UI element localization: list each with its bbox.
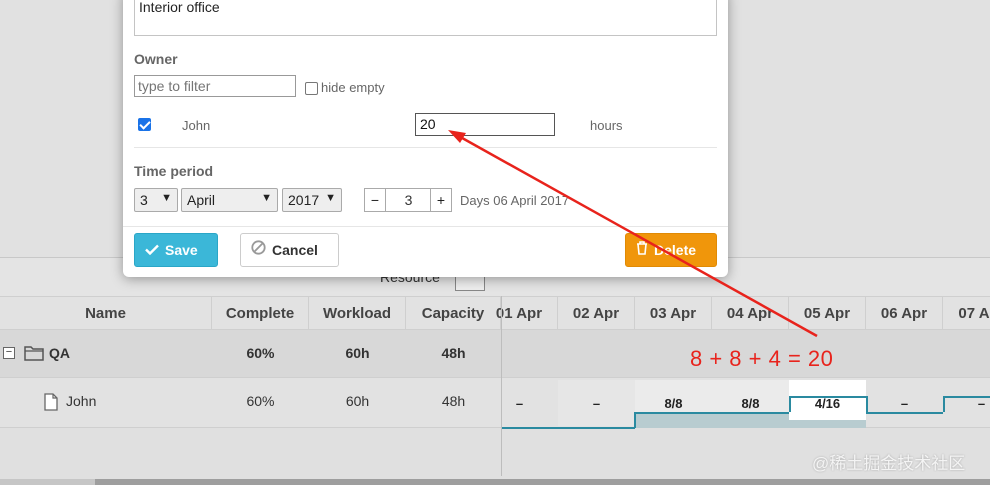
day-value[interactable]: – bbox=[866, 396, 943, 442]
group-name: QA bbox=[49, 345, 70, 361]
folder-icon bbox=[24, 344, 44, 364]
day-header: 05 Apr bbox=[789, 297, 866, 330]
group-workload: 60h bbox=[345, 345, 370, 361]
trash-icon bbox=[636, 234, 648, 266]
group-capacity: 48h bbox=[441, 345, 466, 361]
month-select[interactable]: April ▼ bbox=[181, 188, 278, 212]
day-value[interactable]: 8/8 bbox=[635, 396, 712, 442]
watermark: @稀土掘金技术社区 bbox=[812, 454, 966, 473]
edit-dialog: Interior office Owner hide empty John 20… bbox=[123, 0, 728, 277]
table-row[interactable]: − QA 60% 60h 48h bbox=[0, 330, 990, 378]
hours-unit: hours bbox=[590, 118, 623, 133]
year-select[interactable]: 2017 ▼ bbox=[282, 188, 342, 212]
day-value[interactable]: 4/16 bbox=[789, 396, 866, 442]
day-value[interactable]: – bbox=[558, 396, 635, 442]
day-header: 02 Apr bbox=[558, 297, 635, 330]
day-value[interactable]: 8/8 bbox=[712, 396, 789, 442]
delete-button[interactable]: Delete bbox=[625, 233, 717, 267]
day-header: 06 Apr bbox=[866, 297, 943, 330]
time-period-title: Time period bbox=[134, 163, 214, 179]
days-summary: Days 06 April 2017 bbox=[460, 193, 570, 208]
day-header: 01 Apr bbox=[481, 297, 558, 330]
resource-name: John bbox=[66, 393, 97, 409]
pane-splitter[interactable] bbox=[501, 296, 502, 476]
day-header: 07 Apr bbox=[958, 305, 990, 322]
chevron-down-icon: ▼ bbox=[325, 192, 336, 204]
divider bbox=[123, 226, 728, 227]
cancel-label: Cancel bbox=[272, 242, 318, 258]
save-label: Save bbox=[165, 242, 198, 258]
day-value[interactable]: – bbox=[943, 396, 990, 442]
decrement-button[interactable]: − bbox=[364, 188, 386, 212]
save-button[interactable]: Save bbox=[134, 233, 218, 267]
document-icon bbox=[44, 393, 58, 414]
day-header: 03 Apr bbox=[635, 297, 712, 330]
hours-input[interactable]: 20 bbox=[415, 113, 555, 136]
hide-empty-checkbox[interactable] bbox=[305, 82, 318, 95]
notes-value: Interior office bbox=[139, 0, 220, 15]
col-workload-header[interactable]: Workload bbox=[309, 297, 406, 330]
col-complete-header[interactable]: Complete bbox=[212, 297, 309, 330]
group-complete: 60% bbox=[246, 345, 275, 361]
hide-empty-label: hide empty bbox=[321, 80, 385, 95]
owner-name: John bbox=[182, 118, 211, 133]
col-name-header[interactable]: Name bbox=[0, 297, 212, 330]
ban-icon bbox=[251, 234, 266, 266]
increment-button[interactable]: + bbox=[430, 188, 452, 212]
cancel-button[interactable]: Cancel bbox=[240, 233, 339, 267]
duration-stepper[interactable]: 3 bbox=[386, 188, 431, 212]
day-value[interactable]: – bbox=[481, 396, 558, 442]
owner-title: Owner bbox=[134, 51, 178, 67]
resource-complete: 60% bbox=[246, 393, 275, 409]
scrollbar-thumb[interactable] bbox=[95, 479, 990, 485]
check-icon bbox=[145, 234, 159, 266]
owner-filter-input[interactable] bbox=[134, 75, 296, 97]
collapse-icon[interactable]: − bbox=[3, 347, 15, 359]
grid-header: Name Complete Workload Capacity 01 Apr 0… bbox=[0, 296, 990, 330]
chevron-down-icon: ▼ bbox=[161, 192, 172, 204]
divider bbox=[134, 147, 717, 148]
month-select-value: April bbox=[187, 192, 216, 208]
owner-checkbox[interactable] bbox=[138, 118, 151, 131]
year-select-value: 2017 bbox=[288, 192, 320, 208]
day-header: 04 Apr bbox=[712, 297, 789, 330]
day-select[interactable]: 3 ▼ bbox=[134, 188, 178, 212]
delete-label: Delete bbox=[654, 242, 697, 258]
resource-workload: 60h bbox=[345, 393, 370, 409]
notes-textarea[interactable]: Interior office bbox=[134, 0, 717, 36]
hours-value: 20 bbox=[420, 116, 436, 132]
annotation-formula: 8 + 8 + 4 = 20 bbox=[690, 346, 834, 371]
chevron-down-icon: ▼ bbox=[261, 192, 272, 204]
day-select-value: 3 bbox=[140, 192, 148, 208]
